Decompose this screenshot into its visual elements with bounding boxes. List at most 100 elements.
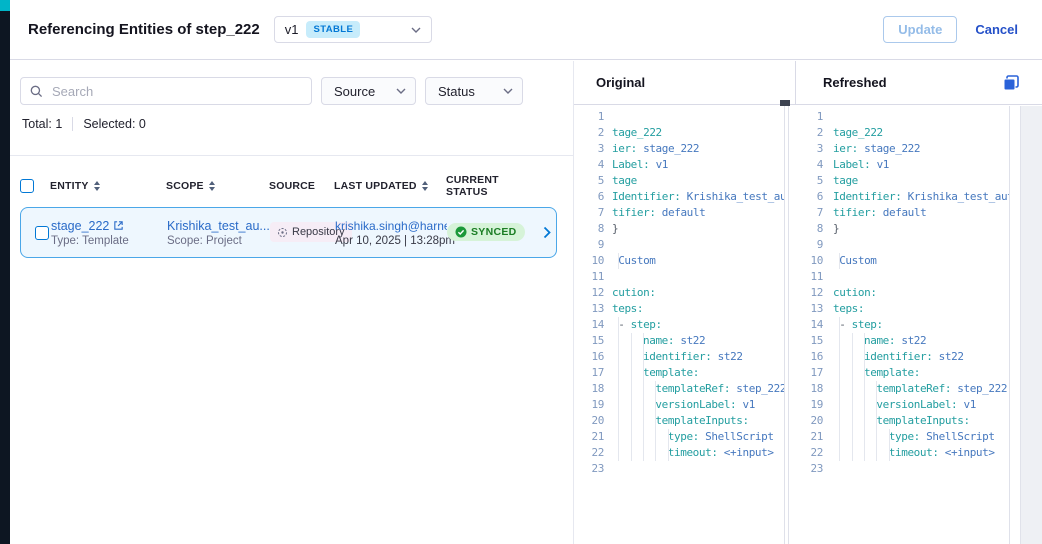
indent-guide (864, 381, 865, 397)
indent-guide (839, 445, 840, 461)
line-number: 15 (789, 333, 823, 349)
code-line: 3ier: stage_222 (789, 141, 1009, 157)
status-badge: SYNCED (447, 223, 525, 241)
line-number: 1 (574, 109, 604, 125)
code-line: 16identifier: st22 (789, 349, 1009, 365)
line-number: 7 (789, 205, 823, 221)
status-filter-dropdown[interactable]: Status (425, 77, 523, 105)
indent-guide (618, 413, 619, 429)
indent-guide (643, 413, 644, 429)
source-filter-label: Source (334, 84, 375, 99)
line-number: 20 (789, 413, 823, 429)
code-line: 4Label: v1 (789, 157, 1009, 173)
nav-accent-square (0, 0, 10, 11)
search-input[interactable] (50, 83, 302, 100)
scope-link[interactable]: Krishika_test_au... (167, 219, 270, 233)
indent-guide (864, 397, 865, 413)
drawer-header: Referencing Entities of step_222 v1 STAB… (10, 0, 1042, 60)
sort-icon (209, 181, 215, 191)
indent-guide (631, 381, 632, 397)
update-button[interactable]: Update (883, 16, 957, 43)
code-line: 8} (789, 221, 1009, 237)
line-number: 11 (789, 269, 823, 285)
indent-guide (631, 333, 632, 349)
scope-sub: Scope: Project (167, 235, 270, 247)
line-number: 6 (574, 189, 604, 205)
line-number: 10 (789, 253, 823, 269)
column-header-scope[interactable]: SCOPE (166, 180, 269, 192)
code-line: 8} (574, 221, 784, 237)
indent-guide (839, 317, 840, 333)
line-number: 2 (574, 125, 604, 141)
indent-guide (618, 429, 619, 445)
search-box[interactable] (20, 77, 312, 105)
updated-at: Apr 10, 2025 | 13:28pm (335, 235, 447, 247)
indent-guide (839, 253, 840, 269)
line-number: 16 (574, 349, 604, 365)
select-all-checkbox[interactable] (20, 179, 34, 193)
line-number: 22 (789, 445, 823, 461)
repository-icon (277, 227, 288, 238)
indent-guide (864, 445, 865, 461)
source-filter-dropdown[interactable]: Source (321, 77, 416, 105)
indent-guide (852, 429, 853, 445)
indent-guide (839, 365, 840, 381)
indent-guide (876, 381, 877, 397)
line-number: 18 (574, 381, 604, 397)
code-line: 22timeout: <+input> (574, 445, 784, 461)
indent-guide (643, 397, 644, 413)
indent-guide (876, 413, 877, 429)
code-line: 12cution: (574, 285, 784, 301)
column-header-last-updated[interactable]: LAST UPDATED (334, 180, 446, 192)
entity-type: Type: Template (51, 235, 167, 247)
indent-guide (839, 333, 840, 349)
code-line: 9 (574, 237, 784, 253)
code-line: 11 (574, 269, 784, 285)
code-line: 1 (574, 109, 784, 125)
updated-by-link[interactable]: krishika.singh@harnes... (335, 219, 447, 233)
code-line: 6Identifier: Krishika_test_aut (789, 189, 1009, 205)
entity-link[interactable]: stage_222 (51, 219, 167, 233)
refreshed-code-editor[interactable]: 12tage_2223ier: stage_2224Label: v15tage… (788, 106, 1010, 544)
chevron-right-icon[interactable] (543, 226, 552, 239)
column-header-entity[interactable]: ENTITY (50, 180, 166, 192)
version-select[interactable]: v1 STABLE (274, 16, 432, 43)
copy-icon[interactable] (1002, 74, 1020, 92)
stable-badge: STABLE (306, 21, 360, 38)
line-number: 19 (574, 397, 604, 413)
entity-list-section: Source Status Total: 1 Selected: 0 ENTIT… (10, 61, 573, 544)
indent-guide (876, 445, 877, 461)
indent-guide (631, 445, 632, 461)
indent-guide (643, 445, 644, 461)
table-header: ENTITY SCOPE SOURCE LAST UPDATED CURRENT… (20, 174, 557, 194)
indent-guide (631, 413, 632, 429)
indent-guide (852, 445, 853, 461)
cancel-button[interactable]: Cancel (975, 22, 1018, 37)
line-number: 13 (574, 301, 604, 317)
line-number: 19 (789, 397, 823, 413)
row-checkbox[interactable] (35, 226, 49, 240)
original-code-editor[interactable]: 12tage_2223ier: stage_2224Label: v15tage… (574, 106, 785, 544)
indent-guide (618, 253, 619, 269)
line-number: 17 (789, 365, 823, 381)
sort-icon (94, 181, 100, 191)
indent-guide (631, 397, 632, 413)
code-line: 23 (789, 461, 1009, 477)
code-line: 13teps: (574, 301, 784, 317)
original-title: Original (596, 75, 645, 90)
table-row[interactable]: stage_222 Type: Template Krishika_test_a… (20, 207, 557, 258)
code-line: 12cution: (789, 285, 1009, 301)
indent-guide (618, 365, 619, 381)
totals-divider (72, 117, 73, 131)
indent-guide (876, 397, 877, 413)
indent-guide (631, 349, 632, 365)
check-circle-icon (455, 226, 467, 238)
line-number: 16 (789, 349, 823, 365)
version-value: v1 (285, 22, 299, 37)
chevron-down-icon (396, 88, 406, 94)
code-line: 16identifier: st22 (574, 349, 784, 365)
page-edge-strip (0, 0, 10, 544)
filter-bar: Source Status (20, 77, 523, 105)
line-number: 5 (574, 173, 604, 189)
line-number: 11 (574, 269, 604, 285)
